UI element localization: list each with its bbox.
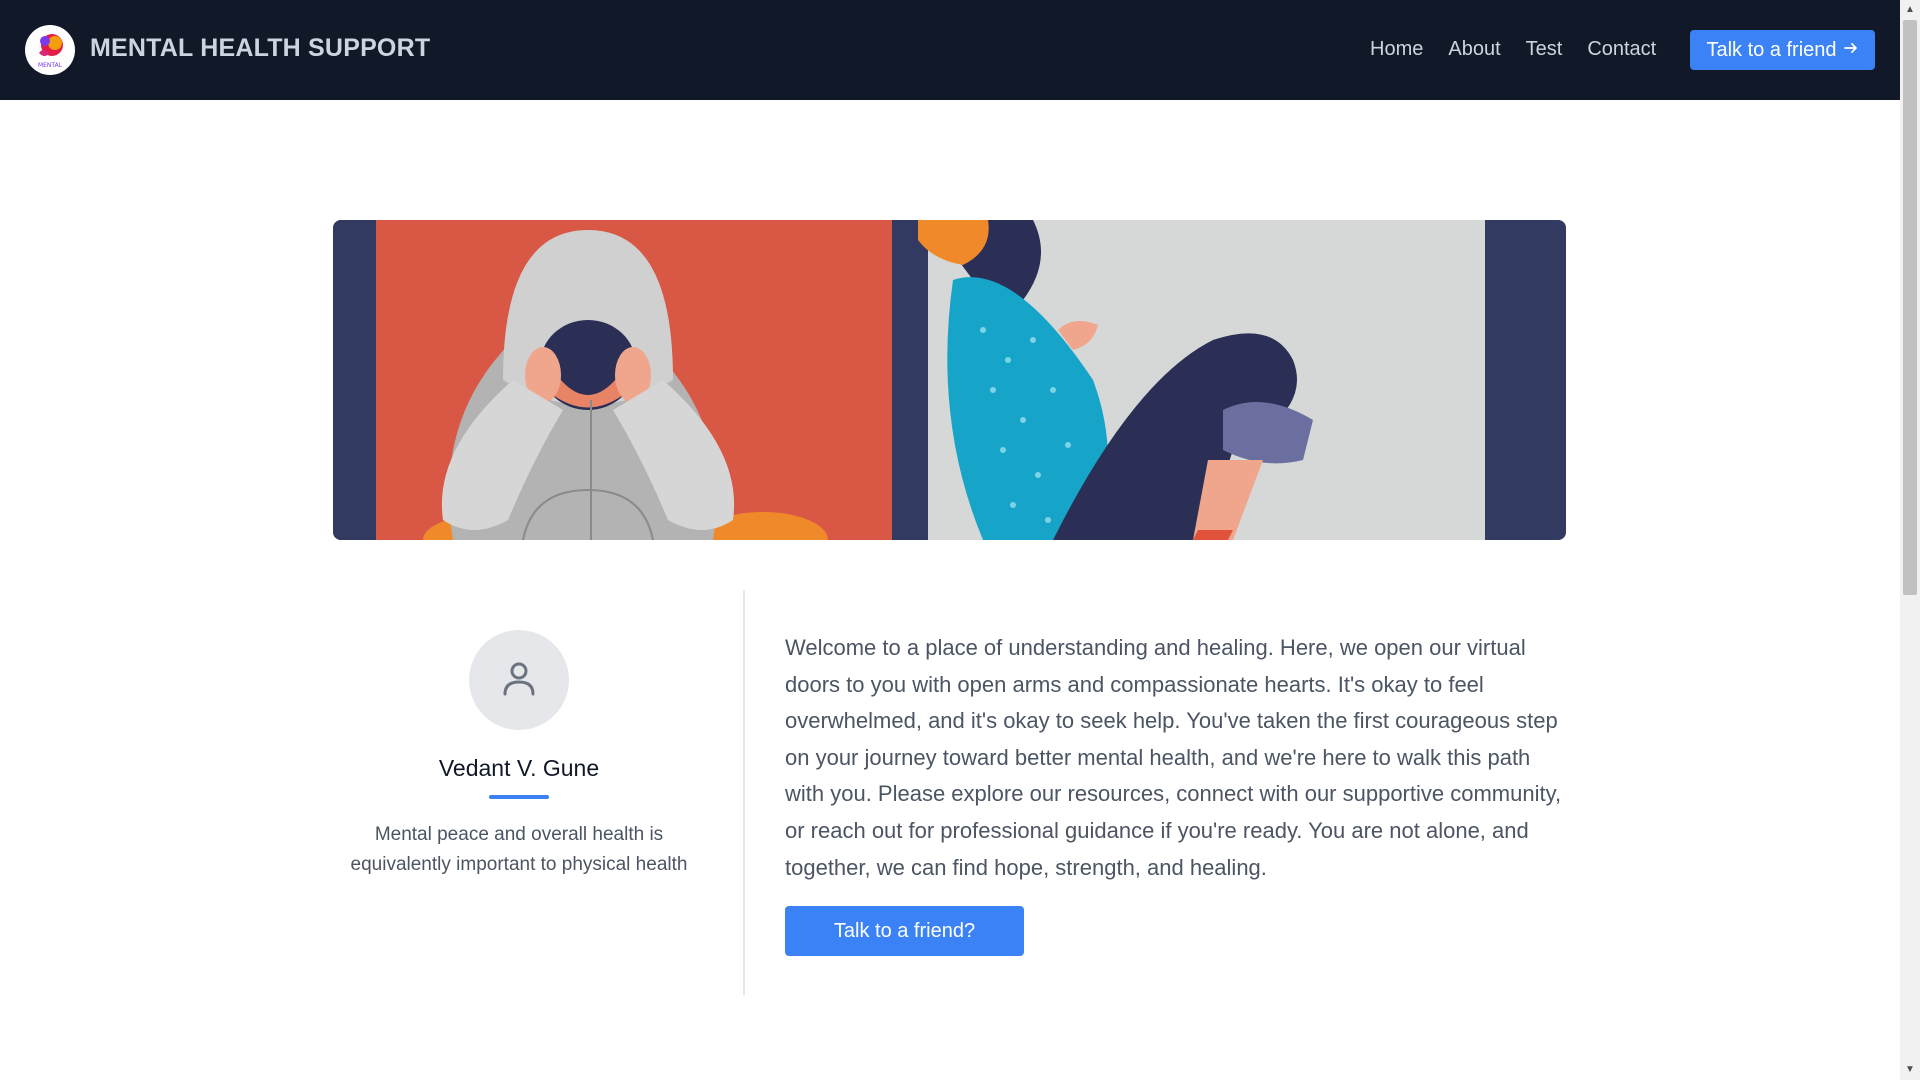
top-navbar: MENTAL MENTAL HEALTH SUPPORT Home About … (0, 0, 1900, 100)
profile-name: Vedant V. Gune (438, 755, 600, 781)
hero-illustration (333, 220, 1566, 540)
profile-card: Vedant V. Gune Mental peace and overall … (333, 590, 745, 995)
welcome-paragraph: Welcome to a place of understanding and … (785, 635, 1562, 880)
talk-to-friend-button[interactable]: Talk to a friend? (785, 906, 1024, 956)
nav-home[interactable]: Home (1370, 38, 1423, 61)
scrollbar-thumb[interactable] (1903, 20, 1917, 595)
brand-title[interactable]: MENTAL HEALTH SUPPORT (90, 34, 430, 63)
brand-logo[interactable]: MENTAL (25, 25, 75, 75)
logo-text: MENTAL (38, 62, 63, 69)
talk-to-friend-header-label: Talk to a friend (1706, 38, 1837, 61)
nav-about[interactable]: About (1448, 38, 1500, 61)
main-nav: Home About Test Contact (1370, 38, 1656, 61)
arrow-right-icon (1843, 39, 1859, 62)
profile-tagline: Mental peace and overall health is equiv… (350, 824, 688, 875)
nav-contact[interactable]: Contact (1587, 38, 1656, 61)
scroll-down-icon[interactable]: ▼ (1903, 1063, 1917, 1077)
talk-to-friend-header-button[interactable]: Talk to a friend (1690, 30, 1875, 70)
scroll-up-icon[interactable]: ▲ (1903, 3, 1917, 17)
avatar (469, 630, 569, 730)
user-icon (497, 656, 541, 705)
name-underline-divider (489, 795, 549, 799)
nav-test[interactable]: Test (1526, 38, 1563, 61)
